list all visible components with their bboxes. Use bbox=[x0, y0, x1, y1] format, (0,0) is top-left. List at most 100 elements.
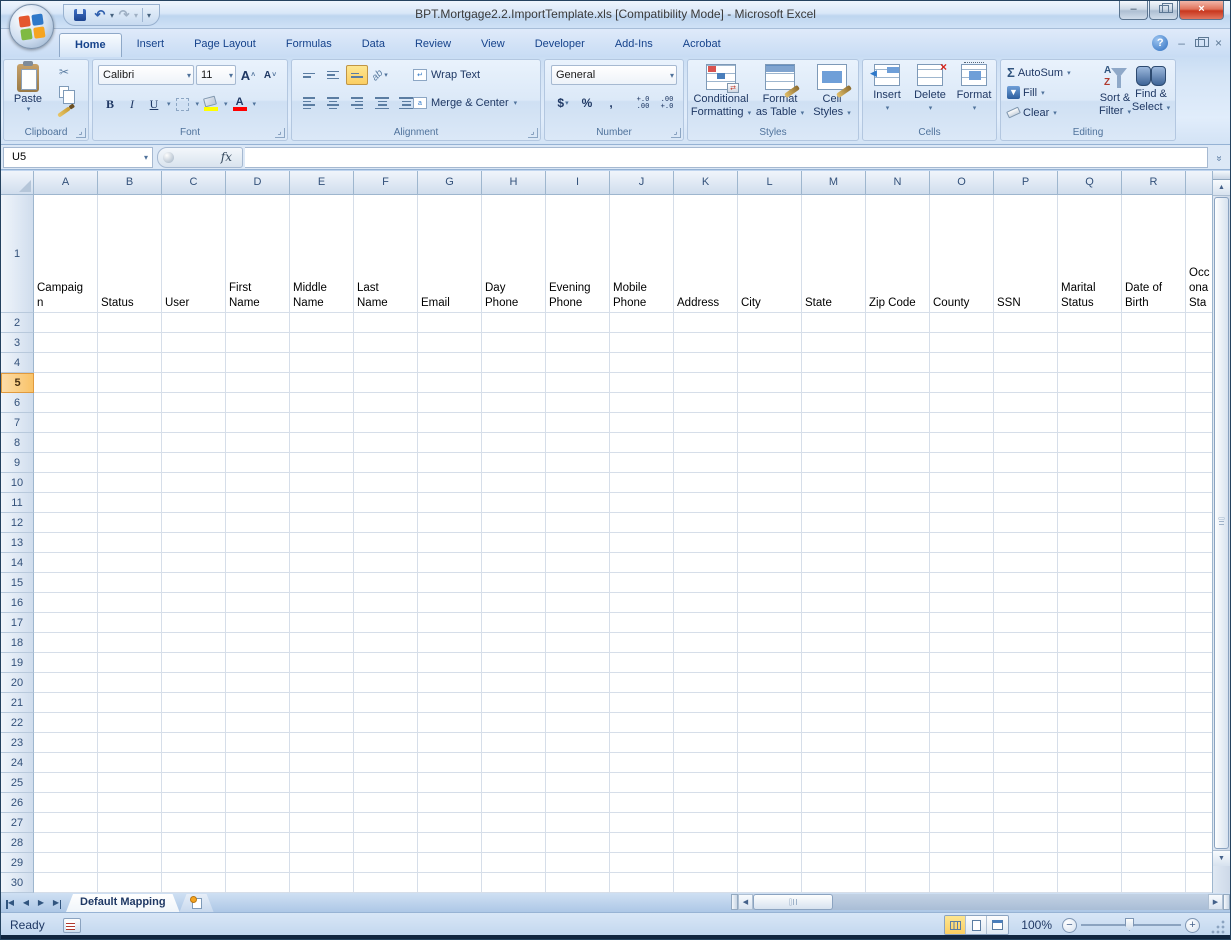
cell-R15[interactable] bbox=[1122, 573, 1186, 593]
cell-J23[interactable] bbox=[610, 733, 674, 753]
cell-R20[interactable] bbox=[1122, 673, 1186, 693]
cell-P20[interactable] bbox=[994, 673, 1058, 693]
align-left-button[interactable] bbox=[298, 93, 320, 113]
cell-H25[interactable] bbox=[482, 773, 546, 793]
cell-A10[interactable] bbox=[34, 473, 98, 493]
cell-N30[interactable] bbox=[866, 873, 930, 893]
cell-D20[interactable] bbox=[226, 673, 290, 693]
cell-F7[interactable] bbox=[354, 413, 418, 433]
cell-R27[interactable] bbox=[1122, 813, 1186, 833]
cell-I2[interactable] bbox=[546, 313, 610, 333]
cell-K22[interactable] bbox=[674, 713, 738, 733]
cell-I24[interactable] bbox=[546, 753, 610, 773]
cell-A5[interactable] bbox=[34, 373, 98, 393]
cell-L7[interactable] bbox=[738, 413, 802, 433]
cell-D4[interactable] bbox=[226, 353, 290, 373]
cell-B29[interactable] bbox=[98, 853, 162, 873]
cell-J14[interactable] bbox=[610, 553, 674, 573]
paste-button[interactable]: Paste ▾ bbox=[8, 62, 48, 126]
cell-R28[interactable] bbox=[1122, 833, 1186, 853]
cell-E21[interactable] bbox=[290, 693, 354, 713]
cell-A20[interactable] bbox=[34, 673, 98, 693]
scroll-down-button[interactable]: ▼ bbox=[1213, 850, 1230, 866]
row-header-14[interactable]: 14 bbox=[1, 553, 34, 573]
cell-Q9[interactable] bbox=[1058, 453, 1122, 473]
cell-P30[interactable] bbox=[994, 873, 1058, 893]
row-header-30[interactable]: 30 bbox=[1, 873, 34, 893]
scroll-left-button[interactable]: ◀ bbox=[738, 894, 753, 910]
cell-J20[interactable] bbox=[610, 673, 674, 693]
cell-E29[interactable] bbox=[290, 853, 354, 873]
cell-C30[interactable] bbox=[162, 873, 226, 893]
cell-G29[interactable] bbox=[418, 853, 482, 873]
cell-R14[interactable] bbox=[1122, 553, 1186, 573]
cell-G11[interactable] bbox=[418, 493, 482, 513]
cell-N23[interactable] bbox=[866, 733, 930, 753]
cell-G30[interactable] bbox=[418, 873, 482, 893]
cell-B17[interactable] bbox=[98, 613, 162, 633]
sheet-tab-default-mapping[interactable]: Default Mapping bbox=[66, 894, 180, 912]
horizontal-split-handle[interactable] bbox=[1223, 894, 1230, 910]
cell-Q11[interactable] bbox=[1058, 493, 1122, 513]
cell-E4[interactable] bbox=[290, 353, 354, 373]
cell-I27[interactable] bbox=[546, 813, 610, 833]
cell-F12[interactable] bbox=[354, 513, 418, 533]
cell-N17[interactable] bbox=[866, 613, 930, 633]
cell-I28[interactable] bbox=[546, 833, 610, 853]
cell-F20[interactable] bbox=[354, 673, 418, 693]
cell-B21[interactable] bbox=[98, 693, 162, 713]
cell-K17[interactable] bbox=[674, 613, 738, 633]
cell-O16[interactable] bbox=[930, 593, 994, 613]
cell-A3[interactable] bbox=[34, 333, 98, 353]
last-sheet-button[interactable]: ▶ bbox=[50, 898, 62, 907]
clipboard-dialog-launcher[interactable]: ⌟ bbox=[76, 128, 86, 138]
row-header-9[interactable]: 9 bbox=[1, 453, 34, 473]
cell-I21[interactable] bbox=[546, 693, 610, 713]
column-header-K[interactable]: K bbox=[674, 171, 738, 195]
align-right-button[interactable] bbox=[346, 93, 368, 113]
cell-Q20[interactable] bbox=[1058, 673, 1122, 693]
cell-S26[interactable] bbox=[1186, 793, 1214, 813]
cell-R11[interactable] bbox=[1122, 493, 1186, 513]
cut-button[interactable]: ✂ bbox=[52, 62, 76, 82]
wrap-text-button[interactable]: ↵Wrap Text bbox=[410, 65, 483, 85]
cell-H2[interactable] bbox=[482, 313, 546, 333]
cell-B19[interactable] bbox=[98, 653, 162, 673]
cell-M3[interactable] bbox=[802, 333, 866, 353]
cell-J19[interactable] bbox=[610, 653, 674, 673]
cell-C24[interactable] bbox=[162, 753, 226, 773]
cell-M10[interactable] bbox=[802, 473, 866, 493]
cell-J21[interactable] bbox=[610, 693, 674, 713]
cell-P7[interactable] bbox=[994, 413, 1058, 433]
cell-A6[interactable] bbox=[34, 393, 98, 413]
cell-N6[interactable] bbox=[866, 393, 930, 413]
cell-N9[interactable] bbox=[866, 453, 930, 473]
row-header-4[interactable]: 4 bbox=[1, 353, 34, 373]
row-header-7[interactable]: 7 bbox=[1, 413, 34, 433]
cell-C26[interactable] bbox=[162, 793, 226, 813]
cell-L13[interactable] bbox=[738, 533, 802, 553]
cell-O23[interactable] bbox=[930, 733, 994, 753]
conditional-formatting-button[interactable]: ⇄ Conditional Formatting ▾ bbox=[690, 62, 752, 120]
cell-P18[interactable] bbox=[994, 633, 1058, 653]
formula-input[interactable] bbox=[245, 147, 1208, 168]
undo-button[interactable]: ↶ bbox=[90, 6, 110, 24]
cell-O1[interactable]: County bbox=[930, 195, 994, 313]
cell-Q22[interactable] bbox=[1058, 713, 1122, 733]
cell-B25[interactable] bbox=[98, 773, 162, 793]
cell-B24[interactable] bbox=[98, 753, 162, 773]
cell-M30[interactable] bbox=[802, 873, 866, 893]
cell-C16[interactable] bbox=[162, 593, 226, 613]
horizontal-scroll-track[interactable] bbox=[753, 894, 1208, 910]
cell-I13[interactable] bbox=[546, 533, 610, 553]
cell-O18[interactable] bbox=[930, 633, 994, 653]
cell-H1[interactable]: DayPhone bbox=[482, 195, 546, 313]
cell-L24[interactable] bbox=[738, 753, 802, 773]
cell-A26[interactable] bbox=[34, 793, 98, 813]
cell-R19[interactable] bbox=[1122, 653, 1186, 673]
cell-H15[interactable] bbox=[482, 573, 546, 593]
cell-N22[interactable] bbox=[866, 713, 930, 733]
cell-J30[interactable] bbox=[610, 873, 674, 893]
workbook-minimize-button[interactable]: – bbox=[1178, 37, 1185, 49]
column-header-C[interactable]: C bbox=[162, 171, 226, 195]
